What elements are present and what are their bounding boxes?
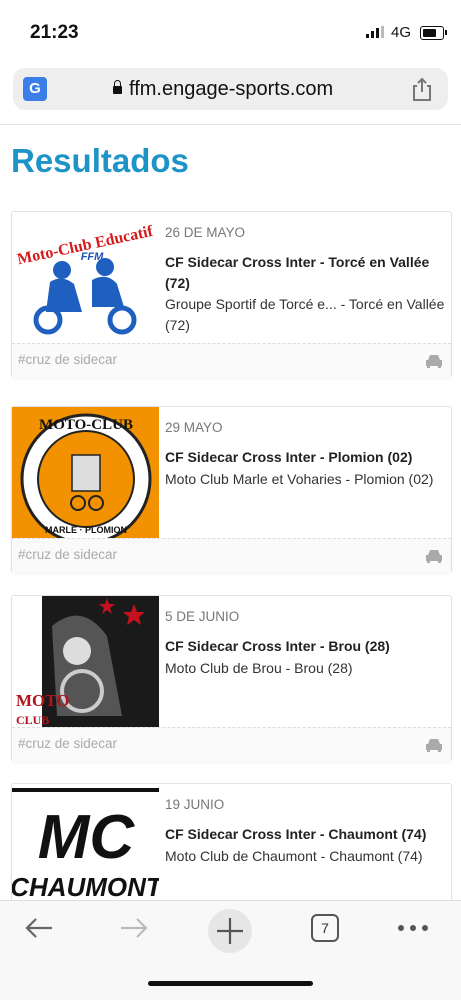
event-logo: Moto-Club Educatif FFM [12, 212, 159, 343]
event-tag[interactable]: #cruz de sidecar [18, 352, 117, 367]
car-icon [426, 355, 442, 368]
logo-sub: CLUB [16, 713, 49, 727]
logo-text: MC [38, 803, 136, 872]
status-time: 21:23 [30, 22, 79, 43]
event-card[interactable]: Moto-Club Educatif FFM 26 DE MAYO CF Sid… [11, 211, 452, 378]
battery-icon [420, 26, 447, 40]
card-footer: #cruz de sidecar [12, 538, 451, 573]
google-translate-icon[interactable]: G [23, 77, 47, 101]
tab-count-button[interactable]: 7 [311, 914, 339, 942]
event-date: 29 MAYO [165, 420, 223, 435]
share-icon[interactable] [409, 76, 435, 102]
event-logo: MC CHAUMONT [12, 784, 159, 915]
signal-icon [366, 26, 384, 38]
event-subtitle: Moto Club de Chaumont - Chaumont (74) [165, 848, 423, 864]
card-footer: #cruz de sidecar [12, 727, 451, 762]
car-icon [426, 739, 442, 752]
car-icon [426, 550, 442, 563]
logo-text: MOTO-CLUB [39, 417, 133, 433]
url-text[interactable]: ffm.engage-sports.com [113, 78, 333, 101]
lock-icon [113, 80, 122, 94]
logo-sub: MARLE · PLOMION [45, 525, 127, 535]
forward-arrow-icon[interactable] [117, 911, 151, 945]
event-logo: MOTO CLUB [12, 596, 159, 727]
new-tab-plus-icon[interactable] [208, 909, 252, 953]
event-subtitle: Moto Club de Brou - Brou (28) [165, 660, 353, 676]
page-top-divider [0, 124, 461, 125]
event-subtitle: Groupe Sportif de Torcé e... - Torcé en … [165, 296, 445, 333]
home-indicator [148, 981, 313, 986]
event-card[interactable]: MOTO CLUB 5 DE JUNIO CF Sidecar Cross In… [11, 595, 452, 762]
event-title[interactable]: CF Sidecar Cross Inter - Chaumont (74) [165, 824, 447, 845]
more-options-icon[interactable] [395, 921, 431, 935]
event-title[interactable]: CF Sidecar Cross Inter - Torcé en Vallée… [165, 252, 447, 294]
back-arrow-icon[interactable] [22, 911, 56, 945]
event-logo: MOTO-CLUB MARLE · PLOMION [12, 407, 159, 538]
event-tag[interactable]: #cruz de sidecar [18, 736, 117, 751]
event-date: 26 DE MAYO [165, 225, 246, 240]
card-footer: #cruz de sidecar [12, 343, 451, 378]
event-tag[interactable]: #cruz de sidecar [18, 547, 117, 562]
logo-text: MOTO [16, 691, 70, 710]
network-label: 4G [391, 24, 412, 41]
event-card[interactable]: MOTO-CLUB MARLE · PLOMION 29 MAYO CF Sid… [11, 406, 452, 573]
event-title[interactable]: CF Sidecar Cross Inter - Plomion (02) [165, 447, 447, 468]
status-bar: 21:23 4G [0, 0, 461, 64]
event-date: 19 JUNIO [165, 797, 225, 812]
event-subtitle: Moto Club Marle et Voharies - Plomion (0… [165, 471, 434, 487]
page-title: Resultados [11, 142, 189, 179]
event-title[interactable]: CF Sidecar Cross Inter - Brou (28) [165, 636, 447, 657]
logo-sub: CHAUMONT [12, 872, 159, 902]
address-bar[interactable]: G ffm.engage-sports.com [13, 68, 448, 110]
event-date: 5 DE JUNIO [165, 609, 240, 624]
